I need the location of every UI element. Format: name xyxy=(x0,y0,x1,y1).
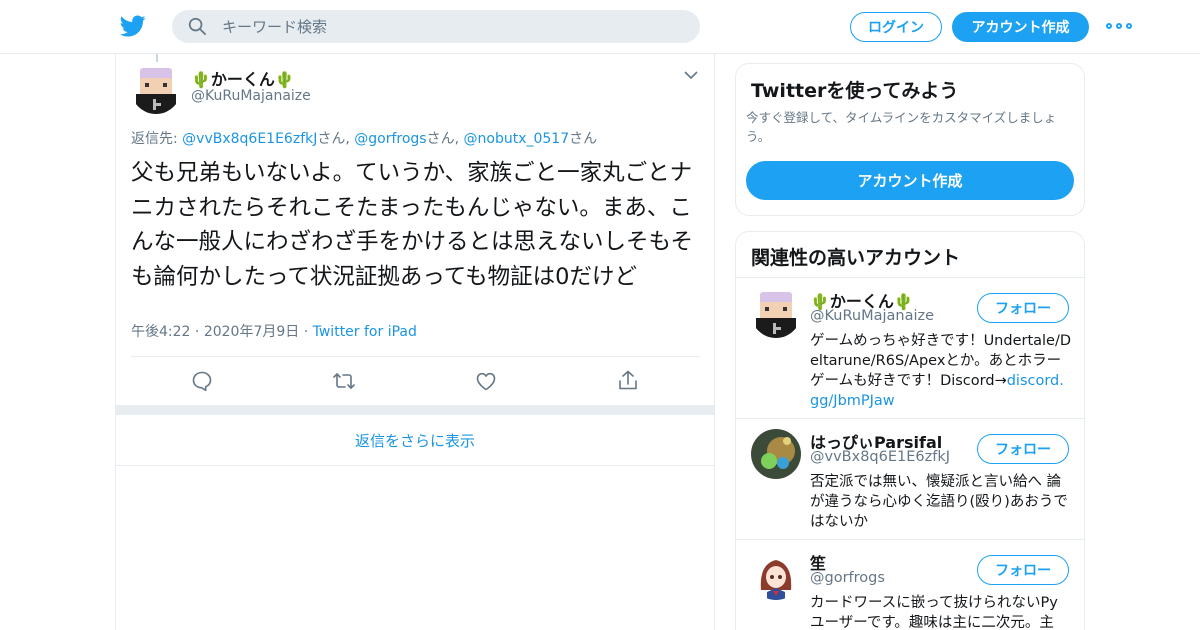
reply-icon[interactable] xyxy=(190,369,214,393)
follow-button[interactable]: フォロー xyxy=(977,293,1069,323)
tweet-metadata: 午後4:22 · 2020年7月9日 · Twitter for iPad xyxy=(131,324,417,340)
related-accounts-title: 関連性の高いアカウント xyxy=(751,247,961,269)
replying-prefix: 返信先: xyxy=(131,131,183,147)
top-navigation-bar: ログイン アカウント作成 xyxy=(0,0,1200,54)
signup-card: Twitterを使ってみよう 今すぐ登録して、タイムラインをカスタマイズしましょ… xyxy=(735,63,1085,216)
avatar[interactable] xyxy=(131,64,181,114)
more-dots-icon[interactable] xyxy=(1106,17,1132,35)
heart-icon[interactable] xyxy=(474,369,498,393)
tweet-author-name[interactable]: 🌵かーくん🌵 xyxy=(191,66,295,90)
tweet-column: 🌵かーくん🌵 @KuRuMajanaize 返信先: @vvBx8q6E1E6z… xyxy=(115,54,715,630)
tweet-date[interactable]: 2020年7月9日 xyxy=(204,324,299,340)
account-bio: ゲームめっちゃ好きです！Undertale/Deltarune/R6S/Apex… xyxy=(810,333,1072,409)
account-bio: 否定派では無い、懐疑派と言い給へ 論が違うなら心ゆく迄語り(殴り)あおうではない… xyxy=(810,474,1068,530)
twitter-bird-icon[interactable] xyxy=(119,13,147,39)
tweet-source[interactable]: Twitter for iPad xyxy=(313,324,417,340)
mention-link[interactable]: @vvBx8q6E1E6zfkJ xyxy=(182,131,317,147)
follow-button[interactable]: フォロー xyxy=(977,434,1069,464)
show-more-replies-link[interactable]: 返信をさらに表示 xyxy=(116,416,714,466)
chevron-down-icon[interactable] xyxy=(684,70,698,80)
account-handle[interactable]: @gorfrogs xyxy=(810,570,885,586)
mention-link[interactable]: @gorfrogs xyxy=(354,131,426,147)
tweet-text: 父も兄弟もいないよ。ていうか、家族ごと一家丸ごとナニカされたらそれこそたまったも… xyxy=(131,160,694,290)
list-item[interactable]: はっぴぃParsifal @vvBx8q6E1E6zfkJ フォロー 否定派では… xyxy=(736,419,1084,540)
retweet-icon[interactable] xyxy=(332,369,356,393)
tweet-time[interactable]: 午後4:22 xyxy=(131,324,190,340)
divider xyxy=(131,356,700,357)
list-item[interactable]: 🌵かーくん🌵 @KuRuMajanaize フォロー ゲームめっちゃ好きです！U… xyxy=(736,278,1084,419)
share-icon[interactable] xyxy=(616,369,640,393)
related-accounts-card: 関連性の高いアカウント 🌵かーくん🌵 @KuRuMajanaize フォロー ゲ… xyxy=(735,231,1085,630)
replying-to: 返信先: @vvBx8q6E1E6zfkJさん, @gorfrogsさん, @n… xyxy=(131,131,598,147)
search-bar[interactable] xyxy=(172,10,700,43)
section-separator xyxy=(116,405,714,415)
signup-card-title: Twitterを使ってみよう xyxy=(751,80,959,102)
avatar[interactable] xyxy=(751,288,801,338)
thread-connector xyxy=(156,54,158,62)
account-handle[interactable]: @vvBx8q6E1E6zfkJ xyxy=(810,449,950,465)
login-button[interactable]: ログイン xyxy=(850,12,942,42)
mention-link[interactable]: @nobutx_0517 xyxy=(464,131,570,147)
signup-card-description: 今すぐ登録して、タイムラインをカスタマイズしましょう。 xyxy=(746,110,1057,144)
avatar[interactable] xyxy=(751,429,801,479)
create-account-button[interactable]: アカウント作成 xyxy=(746,161,1074,200)
search-icon xyxy=(188,17,206,35)
account-handle[interactable]: @KuRuMajanaize xyxy=(810,308,934,324)
avatar[interactable] xyxy=(751,550,801,600)
tweet-author-handle[interactable]: @KuRuMajanaize xyxy=(191,88,311,104)
signup-button[interactable]: アカウント作成 xyxy=(952,12,1089,42)
follow-button[interactable]: フォロー xyxy=(977,555,1069,585)
list-item[interactable]: 笙 @gorfrogs フォロー カードワースに嵌って抜けられないPyユーザーで… xyxy=(736,540,1084,630)
search-input[interactable] xyxy=(222,10,682,43)
account-bio: カードワースに嵌って抜けられないPyユーザーです。趣味は主に二次元。主 xyxy=(810,595,1058,630)
